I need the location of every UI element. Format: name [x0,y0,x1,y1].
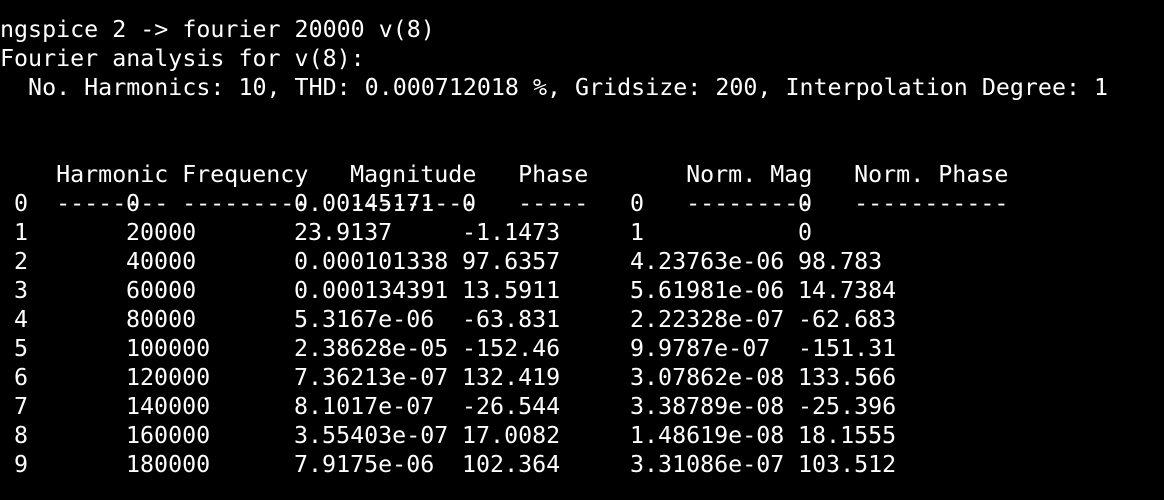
table-row: 1 20000 23.9137 -1.1473 1 0 [0,218,1164,247]
header-frequency: Frequency [182,161,309,188]
cell-frequency: 20000 [126,219,197,246]
header-phase: Phase [518,161,589,188]
cell-magnitude: 0.000101338 [294,248,449,275]
cell-harmonic: 7 [14,393,29,420]
cell-harmonic: 8 [14,422,29,449]
table-row: 4 80000 5.3167e-06 -63.831 2.22328e-07 -62.68… [0,305,1164,334]
table-row: 3 60000 0.000134391 13.5911 5.61981e-06 14.73… [0,276,1164,305]
cell-magnitude: 7.9175e-06 [294,451,435,478]
terminal-window[interactable]: ngspice 2 -> fourier 20000 v(8) Fourier … [0,0,1164,500]
cell-norm-phase: 98.783 [798,248,883,275]
header-norm-mag: Norm. Mag [686,161,813,188]
cell-magnitude: 7.36213e-07 [294,364,449,391]
cell-norm-mag: 1 [630,219,645,246]
cell-norm-mag: 3.07862e-08 [630,364,785,391]
header-norm-phase: Norm. Phase [854,161,1009,188]
cell-frequency: 120000 [126,364,211,391]
cell-phase: -152.46 [462,335,561,362]
cell-norm-mag: 4.23763e-06 [630,248,785,275]
cell-norm-phase: -25.396 [798,393,897,420]
cell-magnitude: 0.00145171 [294,190,435,217]
cell-phase: 13.5911 [462,277,561,304]
command-line: ngspice 2 -> fourier 20000 v(8) [0,16,435,43]
table-header-row: Harmonic Frequency Magnitude Phase Norm. Mag… [0,131,1164,188]
cell-norm-phase: -151.31 [798,335,897,362]
cell-phase: 0 [462,190,477,217]
cell-harmonic: 5 [14,335,29,362]
cell-norm-mag: 3.38789e-08 [630,393,785,420]
analysis-title: Fourier analysis for v(8): [0,45,365,72]
cell-phase: 17.0082 [462,422,561,449]
cell-norm-mag: 1.48619e-08 [630,422,785,449]
table-row: 6 120000 7.36213e-07 132.419 3.07862e-08 133.… [0,363,1164,392]
cell-phase: 132.419 [462,364,561,391]
table-row: 0 0 0.00145171 0 0 0 [0,189,1164,218]
header-harmonic: Harmonic [56,161,169,188]
cell-frequency: 40000 [126,248,197,275]
table-row: 7 140000 8.1017e-07 -26.544 3.38789e-08 -25.3… [0,392,1164,421]
cell-magnitude: 2.38628e-05 [294,335,449,362]
cell-harmonic: 3 [14,277,29,304]
cell-frequency: 80000 [126,306,197,333]
table-row: 2 40000 0.000101338 97.6357 4.23763e-06 98.78… [0,247,1164,276]
cell-phase: -1.1473 [462,219,561,246]
cell-magnitude: 23.9137 [294,219,393,246]
cell-norm-phase: -62.683 [798,306,897,333]
cell-norm-phase: 18.1555 [798,422,897,449]
table-row: 5 100000 2.38628e-05 -152.46 9.9787e-07 -151.… [0,334,1164,363]
cell-norm-phase: 103.512 [798,451,897,478]
cell-norm-mag: 2.22328e-07 [630,306,785,333]
cell-harmonic: 2 [14,248,29,275]
cell-harmonic: 1 [14,219,29,246]
cell-phase: 102.364 [462,451,561,478]
cell-magnitude: 3.55403e-07 [294,422,449,449]
cell-magnitude: 8.1017e-07 [294,393,435,420]
cell-norm-mag: 0 [630,190,645,217]
analysis-summary: No. Harmonics: 10, THD: 0.000712018 %, G… [0,74,1109,101]
cell-norm-phase: 14.7384 [798,277,897,304]
cell-phase: -63.831 [462,306,561,333]
cell-norm-mag: 9.9787e-07 [630,335,771,362]
table-body: 0 0 0.00145171 0 0 0 1 20000 23.9137 -1.1473 1 0 2 40… [0,189,1164,479]
cell-norm-phase: 133.566 [798,364,897,391]
cell-frequency: 140000 [126,393,211,420]
cell-frequency: 60000 [126,277,197,304]
cell-frequency: 0 [126,190,141,217]
cell-phase: 97.6357 [462,248,561,275]
cell-norm-mag: 5.61981e-06 [630,277,785,304]
cell-norm-phase: 0 [798,190,813,217]
cell-norm-mag: 3.31086e-07 [630,451,785,478]
cell-magnitude: 0.000134391 [294,277,449,304]
cell-frequency: 180000 [126,451,211,478]
header-magnitude: Magnitude [350,161,477,188]
table-row: 9 180000 7.9175e-06 102.364 3.31086e-07 103.5… [0,450,1164,479]
cell-harmonic: 0 [14,190,29,217]
cell-harmonic: 4 [14,306,29,333]
cell-harmonic: 6 [14,364,29,391]
cell-harmonic: 9 [14,451,29,478]
cell-norm-phase: 0 [798,219,813,246]
cell-frequency: 160000 [126,422,211,449]
table-row: 8 160000 3.55403e-07 17.0082 1.48619e-08 18.1… [0,421,1164,450]
cell-magnitude: 5.3167e-06 [294,306,435,333]
cell-phase: -26.544 [462,393,561,420]
cell-frequency: 100000 [126,335,211,362]
